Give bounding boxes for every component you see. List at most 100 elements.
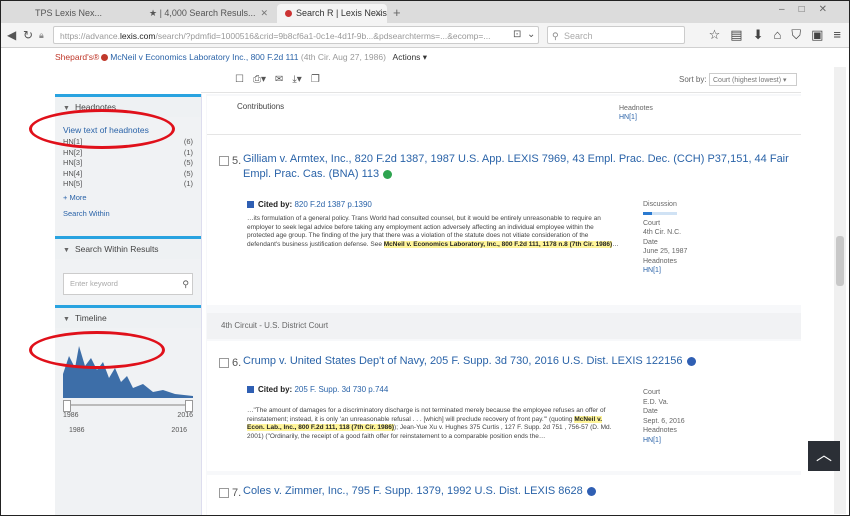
result-title[interactable]: Gilliam v. Armtex, Inc., 820 F.2d 1387, … [243, 152, 798, 182]
facet-label: HN[4] [63, 168, 83, 178]
discussion-bar [643, 211, 677, 215]
court-label: Court [643, 389, 661, 396]
slider-handle-start[interactable] [63, 399, 71, 412]
menu-icon[interactable]: ≡ [833, 27, 841, 42]
email-icon[interactable]: ✉ [275, 74, 283, 85]
scrollbar-thumb[interactable] [836, 236, 844, 286]
facet-count: (1) [183, 179, 193, 188]
facet-item[interactable]: HN[2] (1) [63, 148, 193, 159]
browser-window: TPS Lexis Nex... ★ | 4,000 Search Resuls… [0, 0, 850, 516]
search-icon[interactable]: ⚲ [182, 274, 189, 294]
case-name-link[interactable]: Crump v. United States Dep't of Navy [243, 355, 424, 367]
browser-tab-3-active[interactable]: Search R | Lexis Nexis ® ✕ [277, 4, 387, 23]
select-all-checkbox[interactable]: ☐ [235, 74, 244, 85]
breadcrumb-shepards[interactable]: Shepard's® McNeil v Economics Laboratory … [55, 48, 427, 66]
back-arrow-icon[interactable]: ◀ [7, 26, 16, 44]
close-icon[interactable]: ✕ [260, 4, 268, 23]
positive-signal-icon[interactable] [383, 169, 393, 179]
dropdown-icon[interactable]: ⌄ [527, 26, 535, 44]
sort-select[interactable]: Court (highest lowest) ▾ [709, 73, 797, 86]
url-path: /search/?pdmfid=1000516&crid=9b8cf6a1-0c… [155, 31, 491, 41]
close-icon[interactable]: ✕ [374, 4, 382, 23]
snippet-text: …"The amount of damages for a discrimina… [247, 407, 606, 423]
minimize-icon[interactable]: – [779, 4, 799, 15]
facet-label: HN[5] [63, 179, 83, 188]
actions-menu[interactable]: Actions ▾ [393, 52, 428, 62]
date-label: Date [643, 408, 658, 415]
close-window-icon[interactable]: ✕ [819, 4, 841, 15]
tab-label: TPS Lexis Nex... [35, 8, 103, 18]
timeline-header-label: Timeline [74, 312, 107, 323]
search-within-header-label: Search Within Results [74, 243, 159, 254]
cited-by-label: Cited by: [258, 385, 293, 394]
result-title[interactable]: Crump v. United States Dep't of Navy, 20… [243, 354, 798, 369]
cited-by-icon [247, 201, 254, 209]
lock-icon: 🔒︎ [39, 30, 44, 40]
facet-count: (6) [183, 137, 193, 146]
citing-info-signal-icon[interactable] [686, 356, 696, 366]
copy-icon[interactable]: ❐ [311, 74, 320, 85]
download-icon[interactable]: ⬇ [753, 27, 764, 42]
search-within-header[interactable]: ▼ Search Within Results [55, 235, 201, 259]
facet-count: (5) [183, 158, 193, 167]
cited-by-link[interactable]: 205 F. Supp. 3d 730 p.744 [292, 385, 388, 394]
library-icon[interactable]: ▤ [730, 27, 742, 42]
headnotes-label: Headnotes [643, 427, 677, 434]
extension-icon[interactable]: ▣ [811, 27, 823, 42]
more-link[interactable]: + More [55, 190, 201, 205]
result-number: 5. [219, 155, 241, 167]
breadcrumb-case[interactable]: McNeil v Economics Laboratory Inc., 800 … [110, 52, 298, 62]
back-to-top-button[interactable]: ︿ [808, 441, 840, 471]
result-number: 6. [219, 357, 241, 369]
nav-bar: ◀ ↻ 🔒︎ https://advance.lexis.com/search/… [1, 23, 849, 48]
annotation-oval-timeline [29, 331, 165, 369]
snippet-text: … [612, 240, 619, 248]
headnote-link[interactable]: HN[1] [643, 266, 753, 276]
cited-by-label: Cited by: [258, 200, 293, 209]
timeline-header[interactable]: ▼ Timeline [55, 304, 201, 328]
tab-label: ★ | 4,000 Search Resuls... [149, 8, 256, 18]
result-meta: Court E.D. Va. Date Sept. 6, 2016 Headno… [643, 388, 753, 445]
headnotes-label: Headnotes [643, 257, 677, 265]
maximize-icon[interactable]: □ [799, 4, 819, 15]
headnote-link[interactable]: HN[1] [619, 113, 653, 122]
result-num: 5. [232, 155, 242, 167]
start-year-input[interactable]: 1986 [69, 427, 85, 434]
headnote-link[interactable]: HN[1] [643, 436, 753, 446]
browser-tab-1[interactable]: TPS Lexis Nex... [27, 4, 137, 23]
reload-icon[interactable]: ↻ [23, 26, 33, 44]
url-bar[interactable]: https://advance.lexis.com/search/?pdmfid… [53, 26, 539, 44]
date-label: Date [643, 238, 658, 246]
timeline-slider[interactable] [63, 398, 193, 412]
facet-item[interactable]: HN[4] (5) [63, 169, 193, 180]
new-tab-icon[interactable]: + [393, 4, 401, 21]
result-checkbox[interactable] [219, 358, 229, 369]
toolbar-icons: ☆ ▤ ⬇ ⌂ ⛉ ▣ ≡ [699, 26, 841, 44]
cited-by-link[interactable]: 820 F.2d 1387 p.1390 [292, 200, 371, 209]
slider-handle-end[interactable] [185, 399, 193, 412]
shield-icon[interactable]: ⛉ [791, 27, 801, 42]
search-within-link[interactable]: Search Within [55, 205, 201, 226]
citing-info-signal-icon[interactable] [586, 486, 596, 496]
home-icon[interactable]: ⌂ [773, 27, 781, 42]
result-checkbox[interactable] [219, 156, 229, 167]
print-icon[interactable]: ⎙▾ [253, 74, 266, 85]
star-icon[interactable]: ☆ [709, 27, 721, 42]
chevron-up-icon: ︿ [815, 447, 832, 464]
reader-icon[interactable]: ⊡ [513, 26, 521, 44]
search-within-input[interactable]: Enter keyword ⚲ [63, 272, 193, 295]
case-name-link[interactable]: Gilliam v. Armtex, Inc. [243, 153, 349, 165]
facet-item[interactable]: HN[5] (1) [63, 179, 193, 190]
end-year-input[interactable]: 2016 [171, 427, 187, 434]
breadcrumb-court: (4th Cir. Aug 27, 1986) [300, 52, 386, 62]
result-title[interactable]: Coles v. Zimmer, Inc., 795 F. Supp. 1379… [243, 484, 798, 499]
filter-sidebar: ▼ Headnotes View text of headnotes HN[1](… [55, 94, 202, 515]
case-name-link[interactable]: Coles v. Zimmer, Inc. [243, 485, 345, 497]
result-checkbox[interactable] [219, 488, 229, 499]
facet-item[interactable]: HN[3] (5) [63, 158, 193, 169]
download-icon[interactable]: ⤓▾ [292, 74, 301, 85]
browser-search-box[interactable]: ⚲ Search [547, 26, 685, 44]
browser-tab-2[interactable]: ★ | 4,000 Search Resuls... ✕ [141, 4, 273, 23]
app-name: Shepard's® [55, 52, 100, 62]
contributions-label: Contributions [237, 102, 285, 111]
